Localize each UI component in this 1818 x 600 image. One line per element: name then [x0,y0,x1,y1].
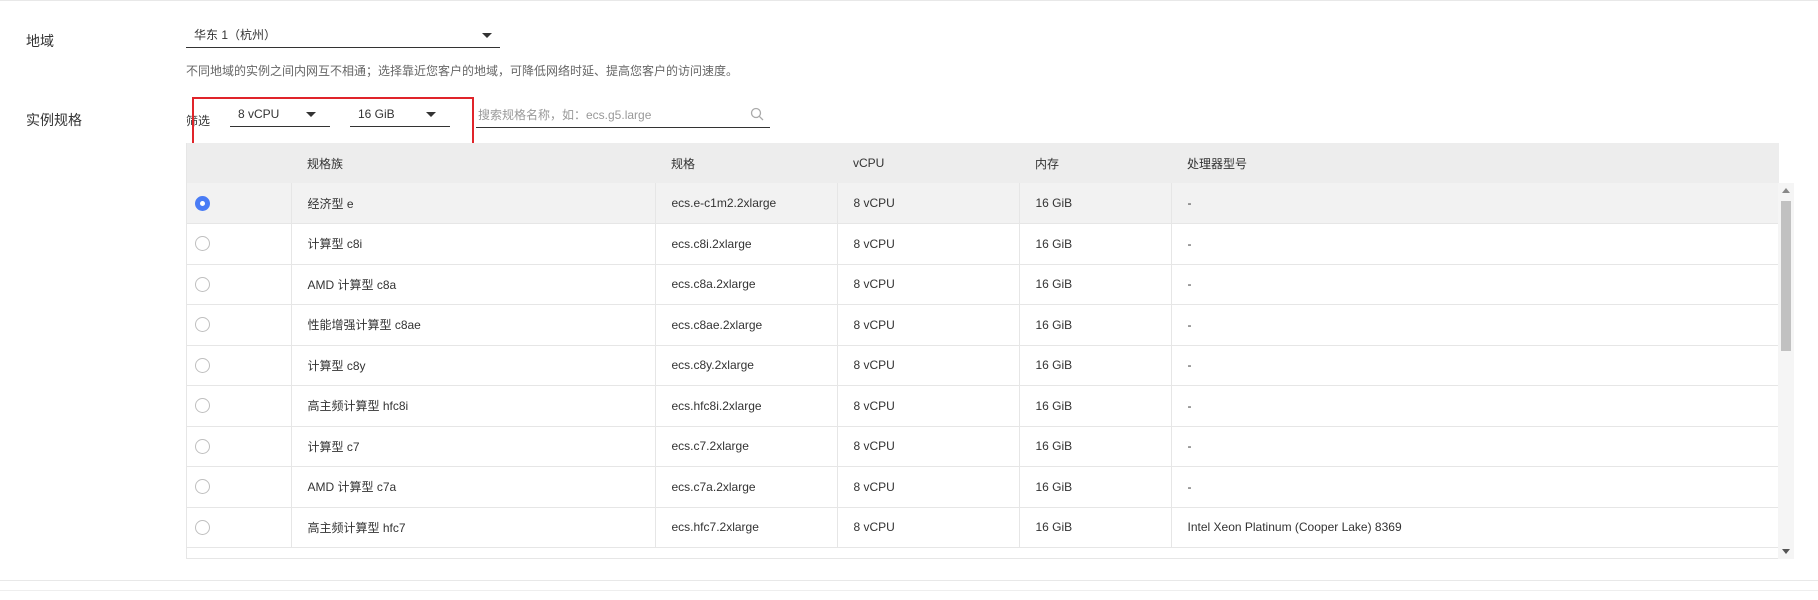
cell-family: AMD 计算型 c7a [291,466,656,507]
row-select-cell[interactable] [187,385,292,426]
row-radio[interactable] [195,195,210,211]
table-row[interactable]: 经济型 e ecs.e-c1m2.2xlarge 8 vCPU 16 GiB - [187,183,1779,224]
table-row[interactable]: AMD 计算型 c7a ecs.c7a.2xlarge 8 vCPU 16 GiB - [187,466,1779,507]
cell-spec: ecs.e-c1m2.2xlarge [655,183,838,224]
cell-memory: 16 GiB [1019,385,1172,426]
table-header-row: 规格族 规格 vCPU 内存 处理器型号 [187,143,1779,183]
header-cpu-model: 处理器型号 [1187,156,1248,171]
cell-cpu-model: - [1187,479,1192,494]
table-row[interactable]: 计算型 c8y ecs.c8y.2xlarge 8 vCPU 16 GiB - [187,345,1779,386]
header-spec: 规格 [671,156,696,171]
cell-memory: 16 GiB [1019,223,1172,264]
row-select-cell[interactable] [187,264,292,305]
instance-spec-label: 实例规格 [26,112,82,128]
table-row[interactable]: 高主频计算型 hfc8i ecs.hfc8i.2xlarge 8 vCPU 16 Gi… [187,385,1779,426]
row-select-cell[interactable] [187,223,292,264]
cell-family: 性能增强计算型 c8ae [291,304,656,345]
header-select [187,143,291,183]
cell-spec: ecs.c8a.2xlarge [655,264,838,305]
row-radio[interactable] [195,398,210,414]
cell-family: 计算型 c8i [291,223,656,264]
bottom-divider-2 [0,590,1818,591]
spec-search[interactable] [476,102,770,128]
cell-cpu-model: - [1187,398,1192,413]
cell-cpu-model: - [1187,358,1192,373]
row-radio[interactable] [195,519,210,535]
cell-cpu-model: Intel Xeon Platinum (Cooper Lake) 8369 [1187,520,1402,535]
cell-family: 计算型 c7 [291,426,656,467]
cell-vcpu: 8 vCPU [837,304,1020,345]
cell-vcpu: 8 vCPU [837,264,1020,305]
cell-family: 经济型 e [291,183,656,224]
row-radio[interactable] [195,479,210,495]
region-hint: 不同地域的实例之间内网互不相通；选择靠近您客户的地域，可降低网络时延、提高您客户… [186,64,739,78]
cell-vcpu: 8 vCPU [837,223,1020,264]
row-select-cell[interactable] [187,304,292,345]
cell-cpu-model: - [1187,236,1192,251]
row-radio[interactable] [195,276,210,292]
table-scrollbar[interactable] [1778,183,1794,559]
cell-memory: 16 GiB [1019,183,1172,224]
table-row[interactable]: 高主频计算型 hfc7 ecs.hfc7.2xlarge 8 vCPU 16 GiB I… [187,507,1779,548]
cell-spec: ecs.c8i.2xlarge [655,223,838,264]
cell-family: 高主频计算型 hfc8i [291,385,656,426]
scroll-down-icon[interactable] [1782,549,1790,554]
spec-search-input[interactable] [476,107,736,122]
header-vcpu: vCPU [853,156,885,170]
table-row[interactable]: 计算型 c7 ecs.c7.2xlarge 8 vCPU 16 GiB - [187,426,1779,467]
cell-vcpu: 8 vCPU [837,345,1020,386]
row-select-cell[interactable] [187,183,292,224]
cell-vcpu: 8 vCPU [837,426,1020,467]
filter-highlight-box [192,97,474,145]
cell-vcpu: 8 vCPU [837,385,1020,426]
cell-memory: 16 GiB [1019,507,1172,548]
table-row[interactable]: AMD 计算型 c8a ecs.c8a.2xlarge 8 vCPU 16 GiB - [187,264,1779,305]
cell-vcpu: 8 vCPU [837,507,1020,548]
cell-memory: 16 GiB [1019,466,1172,507]
cell-spec: ecs.hfc7.2xlarge [655,507,838,548]
cell-cpu-model: - [1187,196,1192,210]
cell-spec: ecs.c8y.2xlarge [655,345,838,386]
table-row[interactable]: 性能增强计算型 c8ae ecs.c8ae.2xlarge 8 vCPU 16 GiB… [187,304,1779,345]
row-select-cell[interactable] [187,466,292,507]
region-label: 地域 [26,33,54,49]
row-select-cell[interactable] [187,507,292,548]
row-radio[interactable] [195,357,210,373]
table-row[interactable]: 计算型 c8i ecs.c8i.2xlarge 8 vCPU 16 GiB - [187,223,1779,264]
cell-memory: 16 GiB [1019,426,1172,467]
row-radio[interactable] [195,317,210,333]
row-select-cell[interactable] [187,345,292,386]
row-select-cell[interactable] [187,426,292,467]
chevron-down-icon [482,33,492,38]
row-radio[interactable] [195,236,210,252]
cell-vcpu: 8 vCPU [837,183,1020,224]
cell-cpu-model: - [1187,317,1192,332]
cell-family: 高主频计算型 hfc7 [291,507,656,548]
region-select[interactable]: 华东 1（杭州） [186,22,500,48]
cell-cpu-model: - [1187,277,1192,292]
row-radio[interactable] [195,438,210,454]
cell-memory: 16 GiB [1019,304,1172,345]
cell-family: 计算型 c8y [291,345,656,386]
cell-vcpu: 8 vCPU [837,466,1020,507]
region-select-value: 华东 1（杭州） [194,28,277,42]
cell-spec: ecs.c8ae.2xlarge [655,304,838,345]
top-divider [0,0,1818,1]
bottom-divider [0,580,1818,581]
header-memory: 内存 [1035,156,1060,171]
cell-cpu-model: - [1187,439,1192,454]
scroll-up-icon[interactable] [1782,188,1790,193]
spec-table: 规格族 规格 vCPU 内存 处理器型号 经济型 e ecs.e-c1m2.2xl… [186,143,1794,559]
cell-family: AMD 计算型 c8a [291,264,656,305]
cell-spec: ecs.c7a.2xlarge [655,466,838,507]
cell-memory: 16 GiB [1019,345,1172,386]
cell-spec: ecs.hfc8i.2xlarge [655,385,838,426]
cell-memory: 16 GiB [1019,264,1172,305]
scroll-thumb[interactable] [1781,201,1791,351]
search-icon[interactable] [750,107,764,121]
header-family: 规格族 [307,156,344,171]
cell-spec: ecs.c7.2xlarge [655,426,838,467]
